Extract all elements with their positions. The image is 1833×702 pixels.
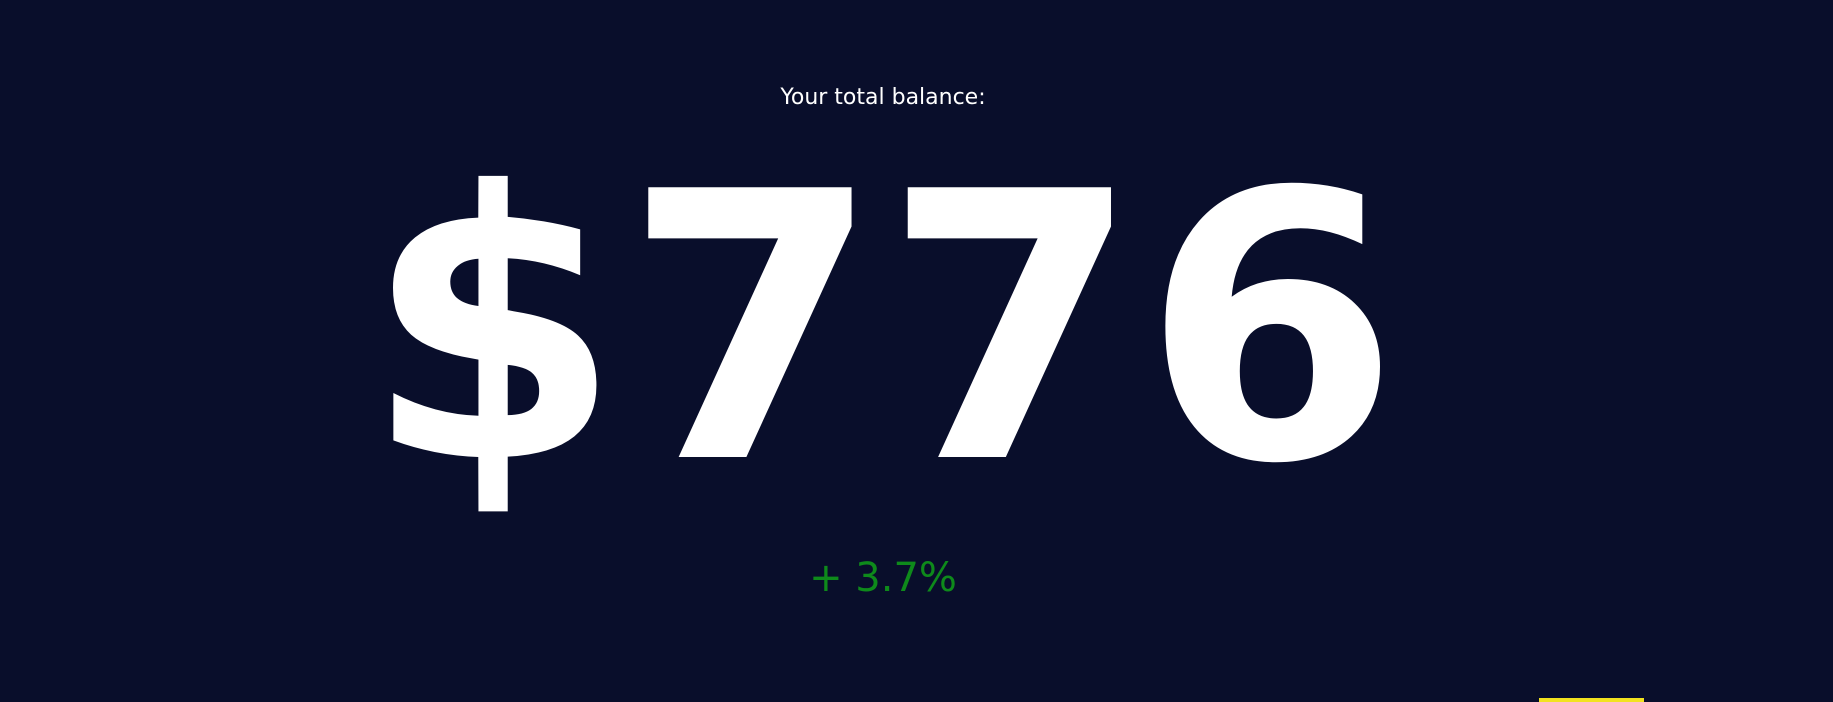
balance-amount: $776 bbox=[364, 115, 1402, 545]
balance-change: + 3.7% bbox=[809, 555, 957, 601]
balance-label: Your total balance: bbox=[780, 85, 986, 110]
accent-bar bbox=[1539, 698, 1644, 702]
